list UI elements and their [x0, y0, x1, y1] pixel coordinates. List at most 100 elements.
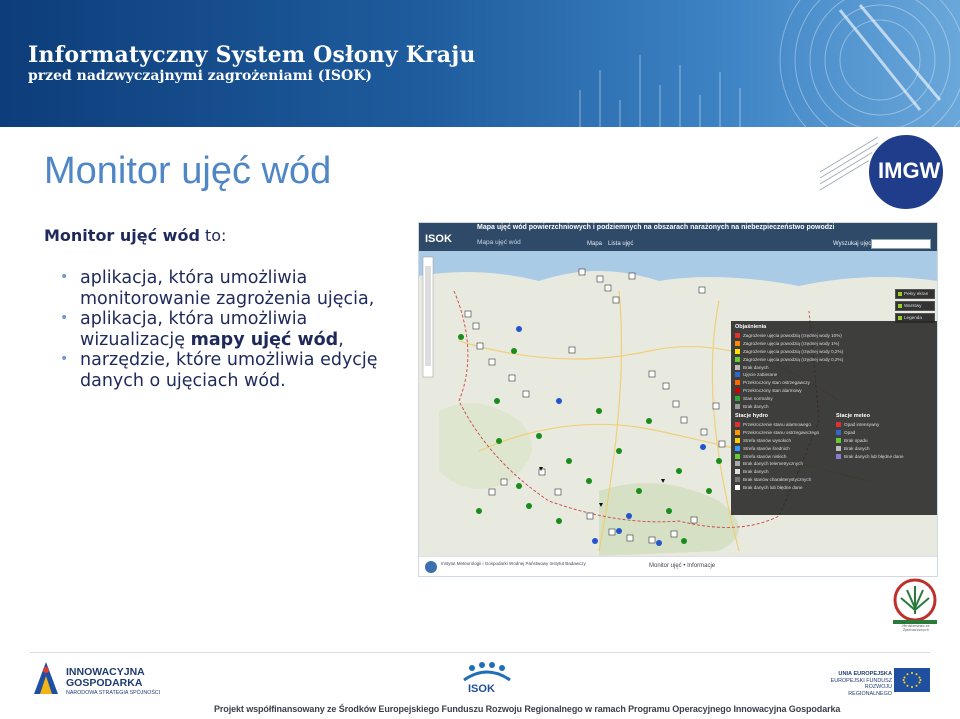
intro-rest: to: [199, 226, 227, 245]
fullscreen-button[interactable]: Pełny ekran [895, 289, 935, 299]
legend-row: Zagrożenie ujęcia powodzią (rzędnej wody… [735, 332, 933, 340]
legend-swatch [735, 341, 740, 347]
banner-subtitle: przed nadzwyczajnymi zagrożeniami (ISOK) [28, 68, 373, 84]
map-area[interactable]: Pełny ekran Warstwy Legenda Objaśnienia … [419, 251, 937, 556]
circuit-decoration [579, 0, 960, 127]
legend-label: Strefa stanów niskich [743, 453, 787, 459]
legend-swatch [735, 469, 740, 475]
legend-swatch [735, 422, 740, 428]
slide-title: Monitor ujęć wód [44, 150, 332, 192]
legend-meteo-title: Stacje meteo [836, 412, 870, 419]
bullet-text-end: , [338, 329, 344, 350]
layers-button[interactable]: Warstwy [895, 301, 935, 311]
legend-main-list: Zagrożenie ujęcia powodzią (rzędnej wody… [735, 332, 933, 410]
app-breadcrumb: Mapa ujęć wód [477, 239, 521, 246]
legend-label: Opad intensywny [844, 422, 880, 428]
bullet-text: narzędzie, które umożliwia edycję danych… [80, 350, 378, 391]
bullet-highlight: mapy ujęć wód [190, 329, 339, 350]
legend-row: Brak danych lub błędne dane [735, 483, 832, 491]
legend-row: Strefa stanów niskich [735, 452, 832, 460]
legend-swatch [735, 453, 740, 459]
legend-row: Brak danych [735, 402, 933, 410]
seal-caption: Ministerstwo ze Zjednoczonych [902, 624, 930, 632]
legend-label: Przekroczenie stanu ostrzegawczego [743, 430, 820, 436]
search-input[interactable] [871, 239, 931, 249]
footer-institution: Instytut Meteorologii i Gospodarki Wodne… [441, 561, 586, 566]
legend-label: Zagrożenie ujęcia powodzią (rzędnej wody… [743, 356, 844, 362]
legend-swatch [735, 445, 740, 451]
innowacyjna-gospodarka-logo [34, 662, 58, 694]
legend-label: Strefa stanów wysokich [743, 437, 791, 443]
legend-label: Brak danych lub błędne dane [743, 484, 803, 490]
legend-swatch [735, 461, 740, 467]
app-footer: Instytut Meteorologii i Gospodarki Wodne… [419, 556, 937, 576]
legend-row: Brak danych [836, 444, 933, 452]
legend-swatch [735, 348, 740, 354]
legend-row: Opad [836, 429, 933, 437]
legend-label: Przekroczony stan ostrzegawczy [743, 380, 810, 386]
legend-row: Brak danych [735, 468, 832, 476]
tab-map[interactable]: Mapa [587, 241, 602, 247]
app-logo: ISOK [425, 233, 452, 245]
innowacyjna-line2: GOSPODARKA [66, 677, 143, 689]
legend-label: Brak opadu [844, 437, 868, 443]
legend-label: Brak danych [743, 403, 769, 409]
legend-label: Brak danych [743, 364, 769, 370]
legend-row: Brak danych lub błędne dane [836, 452, 933, 460]
legend-swatch [735, 333, 740, 339]
app-tabs: Mapa Lista ujęć [587, 241, 633, 247]
legend-row: Zagrożenie ujęcia powodzią (rzędnej wody… [735, 348, 933, 356]
legend-row: Przekroczony stan alarmowy [735, 387, 933, 395]
intro-line: Monitor ujęć wód to: [44, 226, 226, 245]
legend-panel: Objaśnienia Zagrożenie ujęcia powodzią (… [731, 321, 937, 515]
legend-swatch [735, 372, 740, 378]
map-side-buttons: Pełny ekran Warstwy Legenda [895, 289, 935, 325]
app-title: Mapa ujęć wód powierzchniowych i podziem… [477, 224, 835, 231]
legend-label: Ujęcie zabierane [743, 372, 778, 378]
legend-swatch [836, 453, 841, 459]
tab-list[interactable]: Lista ujęć [608, 241, 633, 247]
map-app-screenshot: ISOK Mapa ujęć wód powierzchniowych i po… [418, 222, 938, 577]
legend-hydro: Stacje hydro Przekroczenie stanu alarmow… [735, 413, 832, 491]
eu-line3: ROZWOJU REGIONALNEGO [848, 684, 892, 697]
header-banner: Informatyczny System Osłony Kraju przed … [0, 0, 960, 127]
legend-label: Przekroczenie stanu alarmowego [743, 422, 811, 428]
bullet-text: aplikacja, która umożliwia monitorowanie… [80, 268, 375, 309]
zoom-control [422, 256, 434, 378]
app-header: ISOK Mapa ujęć wód powierzchniowych i po… [419, 223, 937, 251]
legend-title: Objaśnienia [735, 324, 767, 330]
legend-row: Opad intensywny [836, 421, 933, 429]
legend-row: Stan normalny [735, 394, 933, 402]
legend-meteo: Stacje meteo Opad intensywny Opad Brak opa… [836, 413, 933, 491]
legend-swatch [735, 387, 740, 393]
legend-label: Brak danych telemetrycznych [743, 461, 803, 467]
imgw-small-logo [425, 561, 437, 573]
isok-text: ISOK [468, 683, 495, 695]
legend-swatch [735, 356, 740, 362]
innowacyjna-tagline: NARODOWA STRATEGIA SPÓJNOŚCI [66, 690, 161, 696]
eu-flag-icon [894, 668, 930, 692]
legend-label: Strefa stanów średnich [743, 445, 790, 451]
footnote: Projekt współfinansowany ze Środków Euro… [214, 704, 841, 714]
legend-row: Zagrożenie ujęcia powodzią (rzędnej wody… [735, 340, 933, 348]
legend-swatch [735, 484, 740, 490]
legend-label: Zagrożenie ujęcia powodzią (rzędnej wody… [743, 348, 844, 354]
legend-swatch [735, 380, 740, 386]
legend-swatch [836, 422, 841, 428]
legend-swatch [735, 476, 740, 482]
legend-swatch [735, 395, 740, 401]
legend-label: Zagrożenie ujęcia powodzią (rzędnej wody… [743, 333, 842, 339]
banner-title: Informatyczny System Osłony Kraju [28, 42, 476, 68]
footer-divider [30, 652, 930, 653]
legend-label: Brak danych [743, 469, 769, 475]
legend-swatch [836, 437, 841, 443]
legend-row: Brak danych [735, 363, 933, 371]
eu-line1: UNIA EUROPEJSKA [838, 671, 892, 677]
footer-links[interactable]: Monitor ujęć • Informacje [649, 563, 715, 569]
legend-label: Brak danych lub błędne dane [844, 453, 904, 459]
legend-row: Zagrożenie ujęcia powodzią (rzędnej wody… [735, 355, 933, 363]
legend-row: Przekroczenie stanu alarmowego [735, 421, 832, 429]
intro-bold: Monitor ujęć wód [44, 226, 200, 245]
legend-label: Przekroczony stan alarmowy [743, 387, 802, 393]
bullet-item: aplikacja, która umożliwia monitorowanie… [60, 267, 402, 309]
